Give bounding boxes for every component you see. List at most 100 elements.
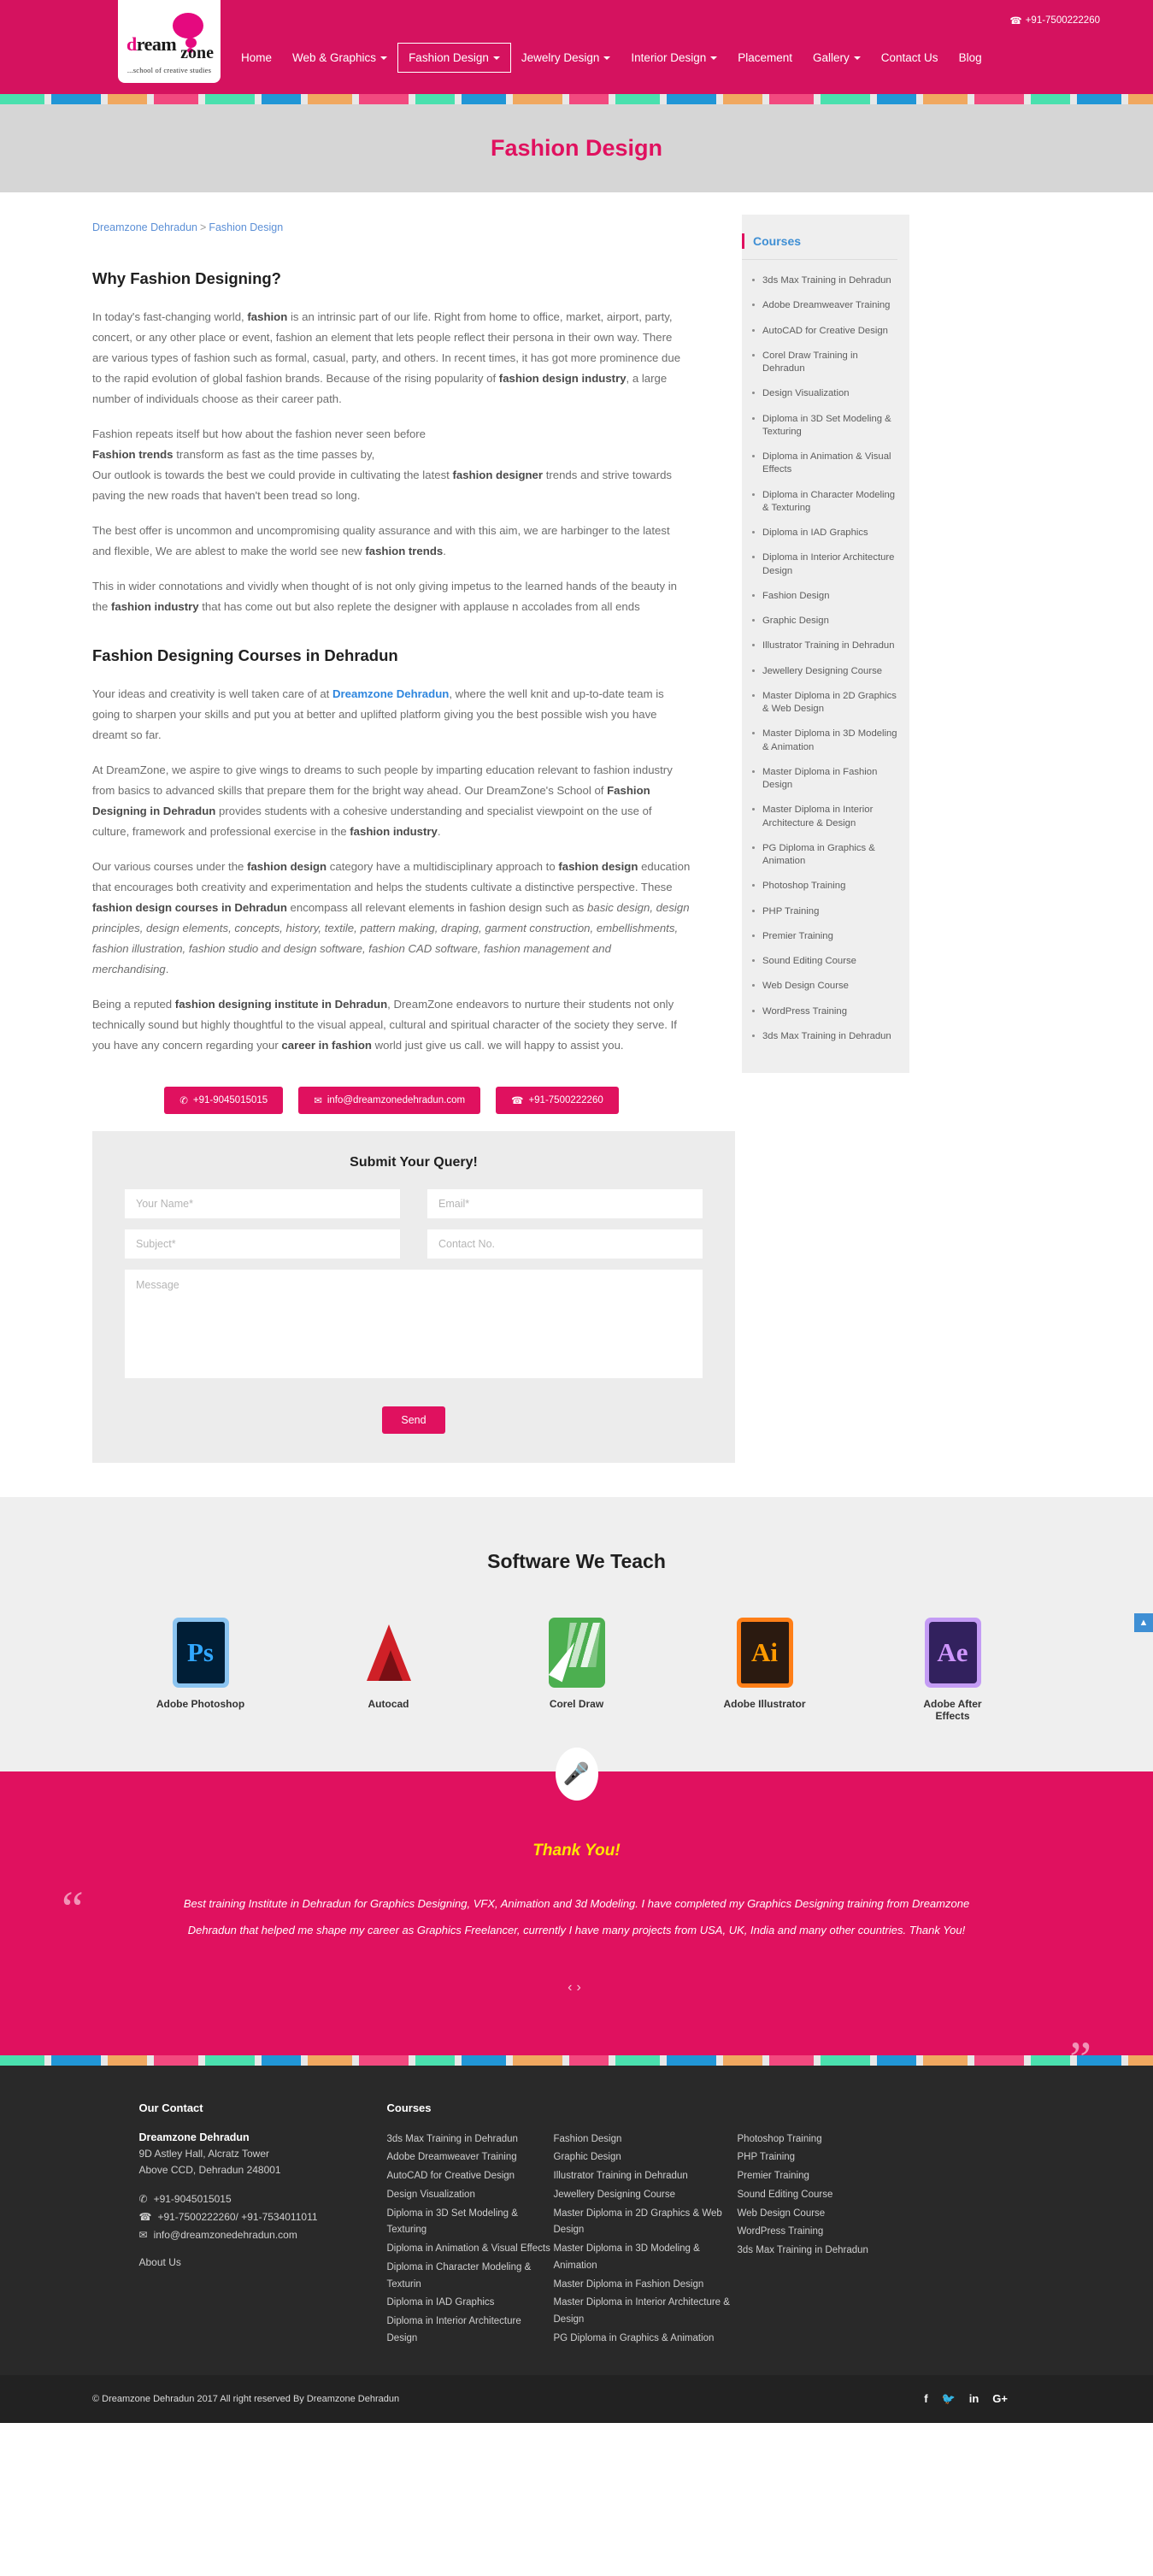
sidebar-course-item[interactable]: Fashion Design <box>742 584 909 609</box>
footer-course-item[interactable]: PG Diploma in Graphics & Animation <box>554 2331 738 2349</box>
footer-email[interactable]: ✉ info@dreamzonedehradun.com <box>139 2226 387 2244</box>
software-item-autocad[interactable]: Autocad <box>342 1618 436 1722</box>
footer-course-item[interactable]: AutoCAD for Creative Design <box>387 2168 554 2187</box>
send-button[interactable]: Send <box>382 1406 445 1435</box>
sidebar-course-item[interactable]: Graphic Design <box>742 609 909 634</box>
footer-course-item[interactable]: Adobe Dreamweaver Training <box>387 2149 554 2168</box>
footer-course-item[interactable]: Master Diploma in Fashion Design <box>554 2277 738 2296</box>
sidebar-course-item[interactable]: 3ds Max Training in Dehradun <box>742 268 909 293</box>
sidebar-course-item[interactable]: Corel Draw Training in Dehradun <box>742 344 909 382</box>
footer-phones[interactable]: ☎ +91-7500222260/ +91-7534011011 <box>139 2208 387 2226</box>
testimonial-prev-arrow[interactable]: ‹ <box>568 1980 576 1995</box>
sidebar-course-item[interactable]: Illustrator Training in Dehradun <box>742 634 909 658</box>
footer-course-item[interactable]: Diploma in 3D Set Modeling & Texturing <box>387 2206 554 2242</box>
googleplus-icon[interactable]: G+ <box>992 2392 1008 2405</box>
nav-item-blog[interactable]: Blog <box>949 44 992 72</box>
breadcrumb-home-link[interactable]: Dreamzone Dehradun <box>92 221 197 233</box>
autocad-icon <box>361 1618 417 1688</box>
sidebar-course-item[interactable]: PHP Training <box>742 899 909 924</box>
footer-course-item[interactable]: Illustrator Training in Dehradun <box>554 2168 738 2187</box>
email-input[interactable] <box>427 1189 703 1219</box>
nav-label: Home <box>241 51 273 64</box>
sidebar-course-item[interactable]: AutoCAD for Creative Design <box>742 319 909 344</box>
footer-course-item[interactable]: PHP Training <box>738 2149 904 2168</box>
software-item-aftereffects[interactable]: Ae Adobe After Effects <box>906 1618 1000 1722</box>
footer-course-item[interactable]: Master Diploma in Interior Architecture … <box>554 2295 738 2331</box>
breadcrumb-current[interactable]: Fashion Design <box>209 221 283 233</box>
subject-input[interactable] <box>125 1229 400 1259</box>
sidebar-course-item[interactable]: 3ds Max Training in Dehradun <box>742 1024 909 1049</box>
whatsapp-cta-button[interactable]: ✆ +91-9045015015 <box>164 1087 284 1115</box>
sidebar-course-item[interactable]: Master Diploma in Interior Architecture … <box>742 798 909 836</box>
nav-item-placement[interactable]: Placement <box>727 44 803 72</box>
sidebar-course-item[interactable]: Premier Training <box>742 924 909 949</box>
sidebar-course-item[interactable]: Master Diploma in Fashion Design <box>742 760 909 799</box>
sidebar-course-item[interactable]: Diploma in Interior Architecture Design <box>742 545 909 584</box>
sidebar-course-item[interactable]: Master Diploma in 3D Modeling & Animatio… <box>742 722 909 760</box>
footer-course-item[interactable]: WordPress Training <box>738 2224 904 2243</box>
footer-course-item[interactable]: Diploma in Character Modeling & Texturin <box>387 2260 554 2296</box>
sidebar-course-item[interactable]: WordPress Training <box>742 999 909 1024</box>
sidebar-course-item[interactable]: Web Design Course <box>742 974 909 999</box>
footer-course-col-1: 3ds Max Training in Dehradun Adobe Dreamw… <box>387 2131 554 2349</box>
sidebar-course-item[interactable]: Master Diploma in 2D Graphics & Web Desi… <box>742 684 909 722</box>
footer-course-item[interactable]: Diploma in Interior Architecture Design <box>387 2314 554 2349</box>
page-title: Fashion Design <box>490 135 663 161</box>
software-item-coreldraw[interactable]: Corel Draw <box>530 1618 624 1722</box>
footer-course-item[interactable]: Fashion Design <box>554 2131 738 2150</box>
sidebar-course-item[interactable]: Design Visualization <box>742 381 909 406</box>
nav-item-gallery[interactable]: Gallery <box>803 44 871 72</box>
software-item-illustrator[interactable]: Ai Adobe Illustrator <box>718 1618 812 1722</box>
twitter-icon[interactable]: 🐦 <box>942 2392 956 2406</box>
text-bold: fashion design <box>558 860 638 874</box>
site-logo[interactable]: dream zone ...school of creative studies <box>118 0 221 83</box>
sidebar-course-item[interactable]: Sound Editing Course <box>742 949 909 974</box>
footer-course-item[interactable]: Photoshop Training <box>738 2131 904 2150</box>
footer-course-item[interactable]: Premier Training <box>738 2168 904 2187</box>
footer-course-item[interactable]: Master Diploma in 3D Modeling & Animatio… <box>554 2241 738 2277</box>
contact-input[interactable] <box>427 1229 703 1259</box>
nav-item-home[interactable]: Home <box>231 44 282 72</box>
footer-course-item[interactable]: Design Visualization <box>387 2187 554 2206</box>
header-phone[interactable]: ☎ +91-7500222260 <box>1009 15 1100 27</box>
testimonial-next-arrow[interactable]: › <box>577 1980 585 1995</box>
color-strip-segment <box>877 2054 916 2066</box>
sidebar-course-item[interactable]: Diploma in IAD Graphics <box>742 521 909 545</box>
sidebar-course-item[interactable]: Diploma in Animation & Visual Effects <box>742 445 909 483</box>
nav-item-contact-us[interactable]: Contact Us <box>871 44 949 72</box>
footer-course-item[interactable]: Diploma in IAD Graphics <box>387 2295 554 2314</box>
nav-item-jewelry-design[interactable]: Jewelry Design <box>511 44 621 72</box>
footer-about-us-link[interactable]: About Us <box>139 2256 387 2268</box>
nav-item-web-graphics[interactable]: Web & Graphics <box>282 44 397 72</box>
whatsapp-icon: ✆ <box>179 1096 188 1107</box>
nav-item-interior-design[interactable]: Interior Design <box>621 44 727 72</box>
name-input[interactable] <box>125 1189 400 1219</box>
footer-whatsapp[interactable]: ✆ +91-9045015015 <box>139 2190 387 2208</box>
footer-course-item[interactable]: Graphic Design <box>554 2149 738 2168</box>
footer-course-item[interactable]: 3ds Max Training in Dehradun <box>387 2131 554 2150</box>
sidebar-course-item[interactable]: Diploma in 3D Set Modeling & Texturing <box>742 407 909 445</box>
sidebar-course-item[interactable]: Jewellery Designing Course <box>742 659 909 684</box>
dreamzone-dehradun-link[interactable]: Dreamzone Dehradun <box>332 687 449 700</box>
nav-item-fashion-design[interactable]: Fashion Design <box>397 43 511 73</box>
footer-course-item[interactable]: Diploma in Animation & Visual Effects <box>387 2241 554 2260</box>
footer-course-item[interactable]: 3ds Max Training in Dehradun <box>738 2243 904 2261</box>
phone-cta-button[interactable]: ☎ +91-7500222260 <box>496 1087 619 1115</box>
message-textarea[interactable] <box>125 1270 703 1379</box>
footer-course-item[interactable]: Web Design Course <box>738 2206 904 2225</box>
software-item-photoshop[interactable]: Ps Adobe Photoshop <box>154 1618 248 1722</box>
facebook-icon[interactable]: f <box>924 2392 927 2405</box>
nav-label: Jewelry Design <box>521 51 600 64</box>
linkedin-icon[interactable]: in <box>969 2392 979 2405</box>
sidebar-course-item[interactable]: PG Diploma in Graphics & Animation <box>742 836 909 875</box>
scroll-to-top-button[interactable]: ▲ <box>1134 1613 1153 1632</box>
sidebar-course-item[interactable]: Diploma in Character Modeling & Texturin… <box>742 483 909 522</box>
software-label: Corel Draw <box>549 1698 604 1711</box>
email-cta-button[interactable]: ✉ info@dreamzonedehradun.com <box>298 1087 481 1115</box>
footer-course-item[interactable]: Jewellery Designing Course <box>554 2187 738 2206</box>
footer-course-item[interactable]: Sound Editing Course <box>738 2187 904 2206</box>
sidebar-course-item[interactable]: Adobe Dreamweaver Training <box>742 293 909 318</box>
section-heading-courses: Fashion Designing Courses in Dehradun <box>92 646 398 665</box>
footer-course-item[interactable]: Master Diploma in 2D Graphics & Web Desi… <box>554 2206 738 2242</box>
sidebar-course-item[interactable]: Photoshop Training <box>742 874 909 899</box>
